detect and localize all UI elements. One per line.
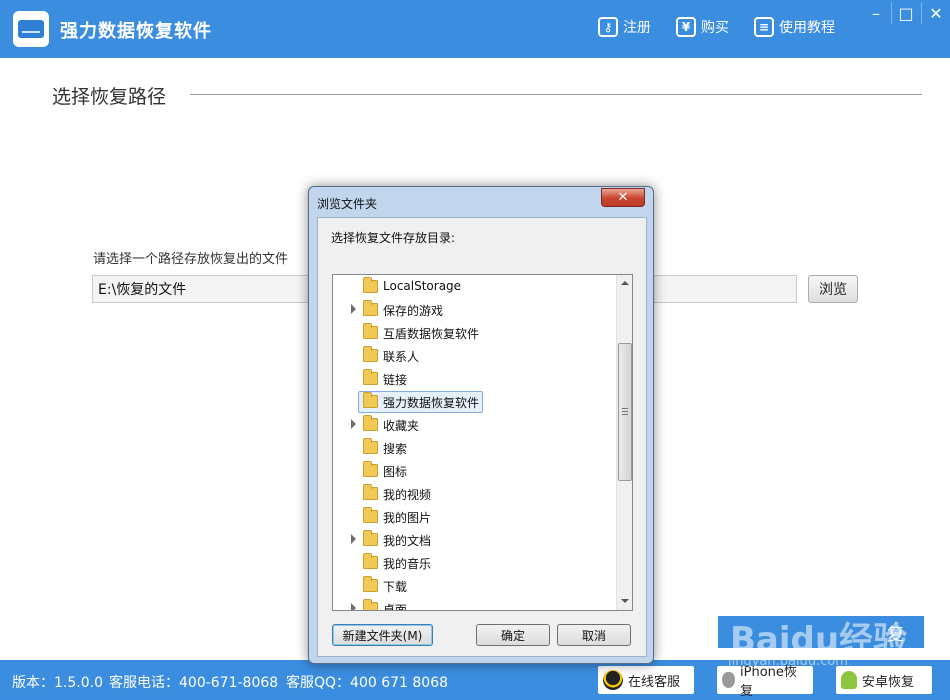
- chevron-right-icon[interactable]: [351, 603, 356, 610]
- tree-item-label: 强力数据恢复软件: [383, 396, 480, 410]
- tree-item-label: 互盾数据恢复软件: [383, 327, 480, 341]
- folder-icon: [363, 369, 378, 385]
- dialog-prompt: 选择恢复文件存放目录:: [331, 231, 456, 245]
- folder-icon: [363, 576, 378, 592]
- title-bar: 强力数据恢复软件 ⚷ 注册 ¥ 购买 ≡ 使用教程 – □ ✕: [0, 0, 950, 58]
- document-icon: ≡: [754, 17, 774, 37]
- register-label: 注册: [623, 20, 651, 36]
- folder-icon: [363, 438, 378, 454]
- buy-label: 购买: [701, 20, 729, 36]
- version-text: 版本：1.5.0.0: [12, 675, 103, 691]
- folder-icon: [363, 415, 378, 431]
- folder-icon: [363, 484, 378, 500]
- close-icon: ✕: [617, 190, 629, 205]
- tree-item[interactable]: 我的文档: [333, 529, 616, 551]
- tree-item[interactable]: 图标: [333, 460, 616, 482]
- tree-item[interactable]: 互盾数据恢复软件: [333, 322, 616, 344]
- tree-item[interactable]: 我的音乐: [333, 552, 616, 574]
- tree-item-label: 收藏夹: [383, 419, 420, 433]
- scroll-thumb[interactable]: [618, 343, 632, 481]
- chevron-right-icon[interactable]: [351, 304, 356, 314]
- folder-icon: [363, 392, 378, 408]
- chevron-right-icon[interactable]: [351, 419, 356, 429]
- chevron-right-icon[interactable]: [351, 534, 356, 544]
- tree-item-label: 我的视频: [383, 488, 432, 502]
- dialog-title: 浏览文件夹: [317, 197, 378, 211]
- scroll-down-icon[interactable]: [621, 599, 629, 603]
- tree-item-label: 我的音乐: [383, 557, 432, 571]
- close-button[interactable]: ✕: [922, 2, 950, 24]
- tree-item-label: 图标: [383, 465, 408, 479]
- path-label: 请选择一个路径存放恢复出的文件: [93, 252, 289, 267]
- yen-icon: ¥: [676, 17, 696, 37]
- tree-item[interactable]: 我的图片: [333, 506, 616, 528]
- browse-button[interactable]: 浏览: [808, 275, 858, 303]
- tutorial-button[interactable]: ≡ 使用教程: [754, 17, 835, 37]
- tree-item[interactable]: 链接: [333, 368, 616, 390]
- apple-icon: [722, 672, 736, 688]
- tree-item[interactable]: 联系人: [333, 345, 616, 367]
- tree-scrollbar[interactable]: [616, 275, 632, 610]
- folder-icon: [363, 599, 378, 610]
- section-title: 选择恢复路径: [52, 86, 167, 108]
- tree-item[interactable]: 桌面: [333, 598, 616, 611]
- baidu-watermark-url: jingyan.baidu.com: [728, 654, 848, 669]
- tree-item-label: 下载: [383, 580, 408, 594]
- folder-icon: [363, 346, 378, 362]
- dialog-body: 选择恢复文件存放目录: LocalStorage 保存的游戏互盾数据恢复软件 联系人…: [317, 217, 647, 657]
- tree-item[interactable]: 收藏夹: [333, 414, 616, 436]
- new-folder-button[interactable]: 新建文件夹(M): [332, 624, 433, 646]
- tree-item[interactable]: 强力数据恢复软件: [333, 391, 616, 413]
- phone-text: 客服电话：400-671-8068: [109, 675, 279, 691]
- buy-button[interactable]: ¥ 购买: [676, 17, 729, 37]
- tree-item-label: 桌面: [383, 603, 408, 611]
- folder-icon: [363, 553, 378, 569]
- folder-icon: [363, 323, 378, 339]
- maximize-button[interactable]: □: [892, 2, 920, 24]
- android-recovery-button[interactable]: 安卓恢复: [836, 666, 932, 694]
- app-title: 强力数据恢复软件: [60, 21, 212, 42]
- qq-text: 客服QQ：400 671 8068: [286, 675, 449, 691]
- tree-item[interactable]: 保存的游戏: [333, 299, 616, 321]
- online-service-button[interactable]: 在线客服: [598, 666, 694, 694]
- hard-disk-icon: [13, 11, 49, 47]
- online-service-label: 在线客服: [628, 674, 681, 690]
- tree-item[interactable]: LocalStorage: [333, 276, 616, 298]
- folder-icon: [363, 530, 378, 546]
- folder-tree[interactable]: LocalStorage 保存的游戏互盾数据恢复软件 联系人链接强力数据恢复软件 收藏…: [332, 274, 633, 611]
- register-button[interactable]: ⚷ 注册: [598, 17, 651, 37]
- scroll-up-icon[interactable]: [621, 281, 629, 285]
- section-divider: [190, 94, 922, 95]
- browse-folder-dialog: 浏览文件夹 ✕ 选择恢复文件存放目录: LocalStorage 保存的游戏互盾数…: [308, 186, 654, 664]
- folder-icon: [363, 277, 378, 293]
- tree-item-label: 保存的游戏: [383, 304, 444, 318]
- tree-item-label: 我的文档: [383, 534, 432, 548]
- tree-item[interactable]: 我的视频: [333, 483, 616, 505]
- qq-penguin-icon: [603, 670, 623, 690]
- dialog-close-button[interactable]: ✕: [601, 188, 645, 207]
- tree-item-label: 链接: [383, 373, 408, 387]
- tree-item[interactable]: 搜索: [333, 437, 616, 459]
- folder-icon: [363, 507, 378, 523]
- tree-item-label: 联系人: [383, 350, 420, 364]
- ok-button[interactable]: 确定: [476, 624, 550, 646]
- folder-icon: [363, 300, 378, 316]
- cancel-button[interactable]: 取消: [557, 624, 631, 646]
- tree-item-label: 我的图片: [383, 511, 432, 525]
- android-icon: [841, 671, 857, 689]
- tree-item-label: 搜索: [383, 442, 408, 456]
- key-icon: ⚷: [598, 17, 618, 37]
- folder-icon: [363, 461, 378, 477]
- minimize-button[interactable]: –: [862, 2, 890, 24]
- tree-item[interactable]: 下载: [333, 575, 616, 597]
- tutorial-label: 使用教程: [779, 20, 835, 36]
- android-recovery-label: 安卓恢复: [862, 674, 915, 690]
- tree-item-label: LocalStorage: [383, 279, 462, 293]
- iphone-recovery-button[interactable]: iPhone恢复: [717, 665, 813, 699]
